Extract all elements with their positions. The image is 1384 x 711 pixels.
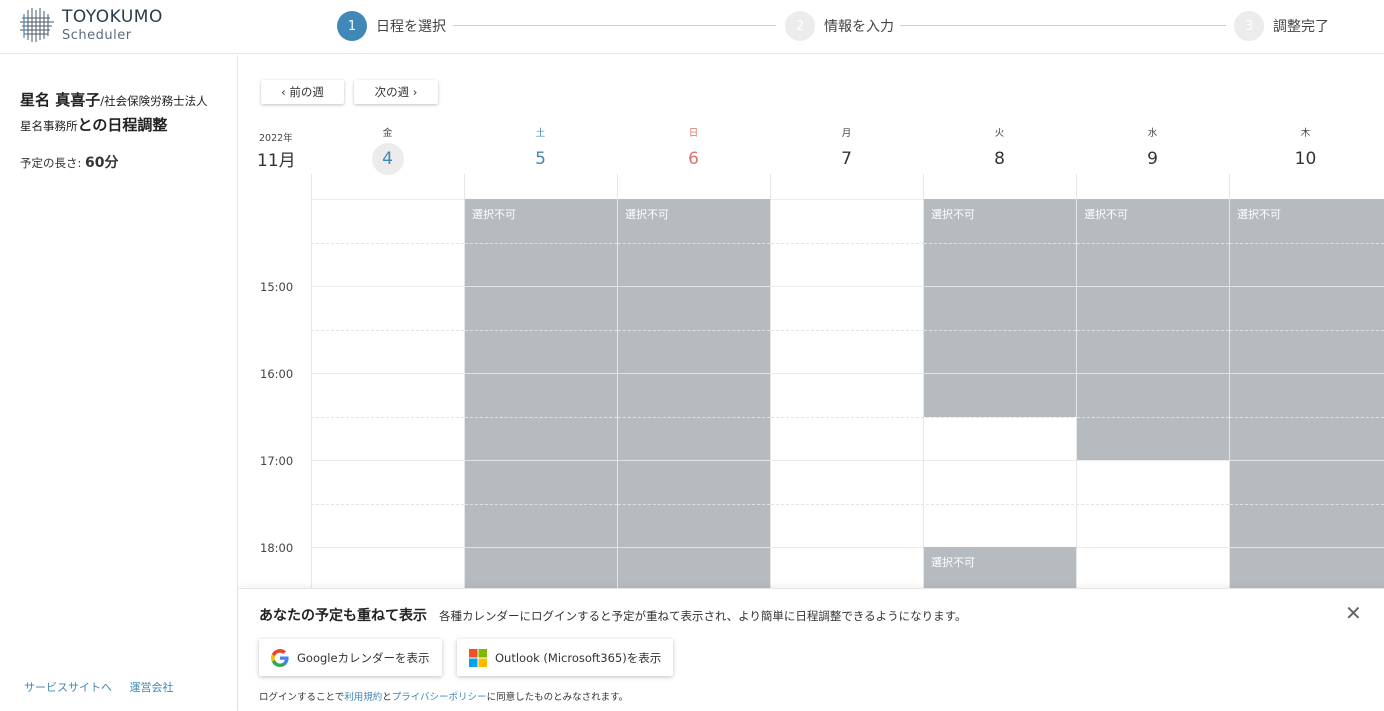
note-text: ログインすることで (259, 692, 345, 703)
step-1: 1 日程を選択 (337, 11, 446, 41)
logo-mark-icon (20, 8, 54, 42)
day-header-sat: 土 5 (464, 125, 617, 175)
day-of-week: 日 (688, 128, 699, 139)
step-connector (900, 25, 1226, 26)
host-name: 星名 真喜子 (20, 91, 101, 109)
day-of-week: 土 (535, 128, 546, 139)
meeting-title: 星名 真喜子/社会保険労務士法人 星名事務所との日程調整 (20, 88, 230, 138)
logo-name: TOYOKUMO (62, 6, 163, 27)
header: TOYOKUMO Scheduler 1 日程を選択 2 情報を入力 3 調整完… (0, 0, 1384, 54)
unavailable-block-wed: 選択不可 (1077, 199, 1229, 460)
next-week-button[interactable]: 次の週 › (354, 80, 438, 104)
day-of-week: 火 (994, 128, 1005, 139)
day-of-week: 木 (1300, 128, 1311, 139)
day-header-mon: 月 7 (770, 125, 923, 175)
day-header-sun: 日 6 (617, 125, 770, 175)
step-label: 情報を入力 (824, 19, 894, 35)
panel-description: 各種カレンダーにログインすると予定が重ねて表示され、より簡単に日程調整できるよう… (439, 609, 967, 623)
day-header-thu: 木 10 (1229, 125, 1382, 175)
google-icon (271, 648, 289, 667)
host-office: 星名事務所 (20, 119, 78, 133)
day-number-today: 4 (371, 143, 404, 175)
time-label: 17:00 (260, 454, 294, 468)
prev-week-button[interactable]: ‹ 前の週 (261, 80, 344, 104)
day-number: 7 (841, 149, 852, 169)
day-number: 5 (535, 149, 546, 169)
terms-link[interactable]: 利用規約 (344, 692, 382, 703)
day-number: 10 (1294, 149, 1317, 169)
unavailable-label: 選択不可 (625, 208, 669, 221)
outlook-button-label: Outlook (Microsoft365)を表示 (495, 650, 662, 665)
unavailable-block-tue-late: 選択不可 (924, 547, 1076, 588)
step-connector (453, 25, 776, 26)
unavailable-label: 選択不可 (1084, 208, 1128, 221)
step-2: 2 情報を入力 (785, 11, 894, 41)
next-week-label: 次の週 (374, 85, 410, 99)
year-label: 2022年 (259, 133, 293, 144)
logo[interactable]: TOYOKUMO Scheduler (20, 5, 163, 45)
time-label: 18:00 (260, 541, 294, 555)
chevron-left-icon: ‹ (281, 85, 286, 99)
footer-links: サービスサイトへ 運営会社 (24, 679, 188, 695)
month-label: 11月 (257, 151, 296, 171)
note-text: に同意したものとみなされます。 (486, 692, 629, 703)
company-link[interactable]: 運営会社 (130, 681, 174, 694)
step-label: 調整完了 (1273, 19, 1329, 35)
unavailable-block-sat: 選択不可 (465, 199, 617, 588)
unavailable-block-thu: 選択不可 (1230, 199, 1384, 588)
unavailable-label: 選択不可 (931, 556, 975, 569)
close-icon[interactable]: ✕ (1345, 601, 1362, 625)
service-site-link[interactable]: サービスサイトへ (24, 681, 112, 694)
day-of-week: 水 (1147, 128, 1158, 139)
prev-week-label: 前の週 (289, 85, 324, 99)
step-number: 2 (785, 11, 815, 41)
google-calendar-button[interactable]: Googleカレンダーを表示 (259, 639, 442, 676)
duration-value: 60分 (85, 155, 119, 171)
step-label: 日程を選択 (376, 19, 446, 35)
logo-sub: Scheduler (62, 27, 132, 43)
duration-label: 予定の長さ: (20, 156, 82, 170)
day-header-fri: 金 4 (311, 125, 464, 175)
step-3: 3 調整完了 (1234, 11, 1329, 41)
day-header-tue: 火 8 (923, 125, 1076, 175)
unavailable-block-sun: 選択不可 (618, 199, 770, 588)
grid-column-line (311, 174, 312, 588)
microsoft-icon (469, 648, 487, 667)
calendar-grid[interactable]: 15:00 16:00 17:00 18:00 選択不可 選択不可 選択不可 選… (240, 174, 1384, 588)
panel-title: あなたの予定も重ねて表示 (259, 608, 427, 624)
sidebar: 星名 真喜子/社会保険労務士法人 星名事務所との日程調整 予定の長さ: 60分 … (0, 55, 238, 711)
step-number: 3 (1234, 11, 1264, 41)
time-label: 15:00 (260, 280, 294, 294)
privacy-link[interactable]: プライバシーポリシー (392, 692, 487, 703)
title-suffix: との日程調整 (77, 116, 168, 134)
chevron-right-icon: › (412, 85, 418, 99)
day-of-week: 金 (382, 128, 393, 139)
calendar-overlay-panel: あなたの予定も重ねて表示 各種カレンダーにログインすると予定が重ねて表示され、よ… (239, 588, 1384, 711)
outlook-button[interactable]: Outlook (Microsoft365)を表示 (457, 639, 673, 676)
day-number: 8 (994, 149, 1005, 169)
grid-column-line (770, 174, 771, 588)
time-label: 16:00 (260, 367, 294, 381)
unavailable-label: 選択不可 (931, 208, 975, 221)
unavailable-block-tue: 選択不可 (924, 199, 1076, 417)
day-header-wed: 水 9 (1076, 125, 1229, 175)
day-of-week: 月 (841, 128, 852, 139)
google-button-label: Googleカレンダーを表示 (297, 650, 430, 665)
note-text: と (382, 692, 392, 703)
duration: 予定の長さ: 60分 (20, 152, 119, 172)
host-org: /社会保険労務士法人 (100, 94, 208, 108)
consent-note: ログインすることで利用規約とプライバシーポリシーに同意したものとみなされます。 (259, 689, 628, 703)
unavailable-label: 選択不可 (472, 208, 516, 221)
step-number: 1 (337, 11, 367, 41)
day-number: 6 (688, 149, 699, 169)
day-number: 9 (1147, 149, 1158, 169)
unavailable-label: 選択不可 (1237, 208, 1281, 221)
